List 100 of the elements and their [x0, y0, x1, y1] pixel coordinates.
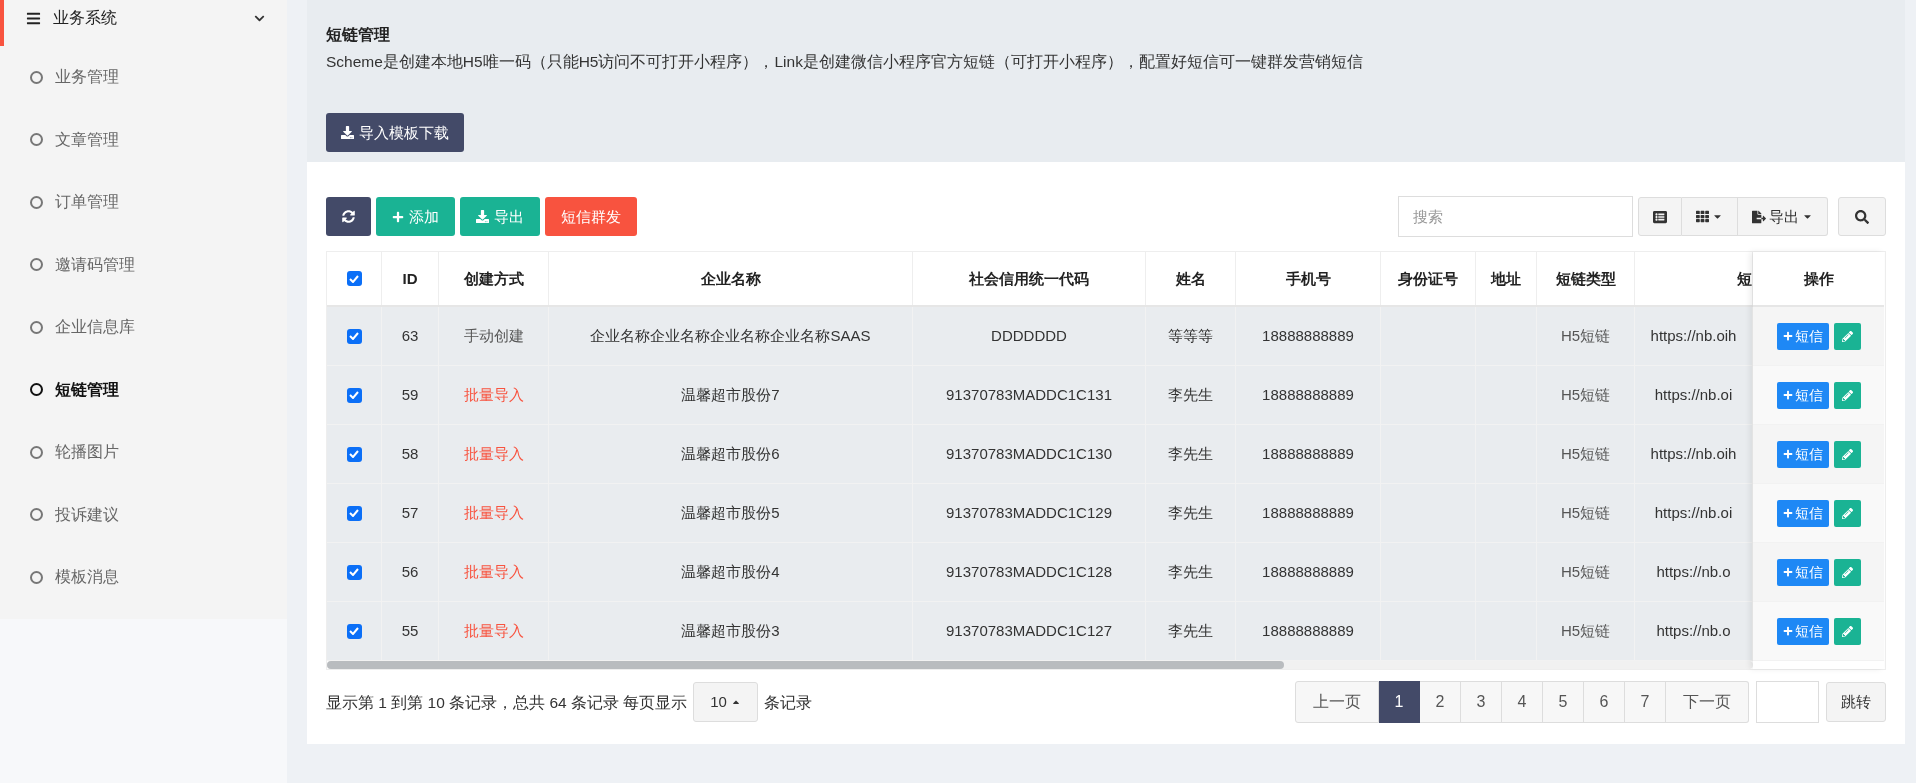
- edit-button[interactable]: [1833, 617, 1861, 645]
- pencil-icon: [1841, 566, 1853, 578]
- sidebar-item[interactable]: 企业信息库: [0, 296, 287, 359]
- table-cell-text: 手动创建: [463, 326, 524, 346]
- edit-button[interactable]: [1833, 499, 1861, 527]
- plus-icon: [1782, 626, 1793, 637]
- page-button[interactable]: 7: [1625, 681, 1666, 724]
- sms-button[interactable]: 短信: [1776, 617, 1829, 645]
- page-number-field[interactable]: [1756, 681, 1819, 724]
- search-button[interactable]: [1838, 197, 1886, 237]
- pagination-summary: 显示第 1 到第 10 条记录，总共 64 条记录 每页显示: [326, 692, 688, 713]
- table-cell-text: 批量导入: [463, 503, 524, 523]
- pencil-icon: [1841, 330, 1853, 342]
- pencil-icon: [1841, 507, 1853, 519]
- checkbox[interactable]: [346, 564, 362, 580]
- sidebar-item[interactable]: 业务管理: [0, 46, 287, 109]
- menu-group-label: 业务系统: [53, 8, 117, 28]
- table-cell-text: 李先生: [1168, 444, 1213, 464]
- column-header: 短链类型: [1537, 252, 1635, 306]
- table-cell-text: 91370783MADDC1C127: [946, 621, 1112, 641]
- pencil-icon: [1841, 389, 1853, 401]
- pencil-icon: [1841, 625, 1853, 637]
- table-cell-text: 55: [401, 621, 419, 641]
- table-cell-text: H5短链: [1560, 621, 1611, 641]
- table-cell-text: 李先生: [1168, 621, 1213, 641]
- sidebar-item[interactable]: 投诉建议: [0, 483, 287, 546]
- next-page-button[interactable]: 下一页: [1666, 681, 1749, 724]
- import-template-button[interactable]: 导入模板下载: [326, 113, 464, 153]
- page-button[interactable]: 4: [1502, 681, 1543, 724]
- search-field[interactable]: 搜索: [1398, 196, 1633, 238]
- grid-icon: [1696, 210, 1709, 224]
- column-header: ID: [382, 252, 439, 306]
- table-cell-text: 批量导入: [463, 562, 524, 582]
- column-header: 操作: [1753, 252, 1884, 308]
- table-cell-text: 91370783MADDC1C128: [946, 562, 1112, 582]
- table-cell-text: https://nb.oi: [1654, 503, 1733, 523]
- page-button[interactable]: 5: [1543, 681, 1584, 724]
- sidebar-item[interactable]: 短链管理: [0, 358, 287, 421]
- sms-button[interactable]: 短信: [1776, 558, 1829, 586]
- plus-icon: [1782, 449, 1793, 460]
- page-size-dropdown[interactable]: 10: [693, 682, 758, 723]
- sidebar-item[interactable]: 文章管理: [0, 108, 287, 171]
- checkbox[interactable]: [346, 623, 362, 639]
- check-icon: [349, 450, 359, 459]
- edit-button[interactable]: [1833, 322, 1861, 350]
- table-cell-text: 李先生: [1168, 385, 1213, 405]
- edit-button[interactable]: [1833, 440, 1861, 468]
- plus-icon: [1782, 508, 1793, 519]
- menu-icon: [26, 10, 41, 26]
- table-cell-text: 18888888889: [1262, 621, 1354, 641]
- page-button[interactable]: 2: [1420, 681, 1461, 724]
- page-description: Scheme是创建本地H5唯一码（只能H5访问不可打开小程序），Link是创建微信小程序官方短链（可打开小程序），配置好短信可一键群发营销短信: [326, 52, 1364, 72]
- table-cell-text: H5短链: [1560, 326, 1611, 346]
- sms-broadcast-button[interactable]: 短信群发: [545, 197, 637, 237]
- sms-button[interactable]: 短信: [1776, 440, 1829, 468]
- plus-icon: [1782, 390, 1793, 401]
- menu-group[interactable]: 业务系统: [0, 0, 287, 46]
- table-cell-text: 59: [401, 385, 419, 405]
- checkbox[interactable]: [346, 446, 362, 462]
- edit-button[interactable]: [1833, 558, 1861, 586]
- table-cell-text: https://nb.oih: [1650, 326, 1737, 346]
- table-cell-text: https://nb.o: [1656, 621, 1731, 641]
- plus-icon: [1782, 567, 1793, 578]
- check-icon: [349, 274, 359, 283]
- sms-button[interactable]: 短信: [1776, 381, 1829, 409]
- prev-page-button[interactable]: 上一页: [1295, 681, 1379, 724]
- page-button[interactable]: 3: [1461, 681, 1502, 724]
- plus-icon: [1782, 331, 1793, 342]
- table-cell-text: H5短链: [1560, 385, 1611, 405]
- sms-button[interactable]: 短信: [1776, 499, 1829, 527]
- columns-button[interactable]: [1682, 197, 1738, 237]
- toggle-view-button[interactable]: [1638, 197, 1682, 237]
- sidebar-item[interactable]: 模板消息: [0, 546, 287, 609]
- table-cell-text: 18888888889: [1262, 503, 1354, 523]
- column-header: 身份证号: [1381, 252, 1476, 306]
- jump-button[interactable]: 跳转: [1826, 682, 1886, 723]
- page-button[interactable]: 1: [1379, 681, 1420, 724]
- checkbox[interactable]: [346, 328, 362, 344]
- table-cell-text: 91370783MADDC1C131: [946, 385, 1112, 405]
- sidebar-item[interactable]: 邀请码管理: [0, 233, 287, 296]
- table-cell-text: H5短链: [1560, 562, 1611, 582]
- table-cell-text: 56: [401, 562, 419, 582]
- checkbox[interactable]: [346, 271, 362, 287]
- sidebar-item[interactable]: 轮播图片: [0, 421, 287, 484]
- plus-icon: [392, 210, 404, 223]
- checkbox[interactable]: [346, 387, 362, 403]
- sms-button[interactable]: 短信: [1776, 322, 1829, 350]
- download-icon: [476, 210, 489, 224]
- refresh-button[interactable]: [326, 197, 371, 237]
- sidebar-item[interactable]: 订单管理: [0, 171, 287, 234]
- checkbox[interactable]: [346, 505, 362, 521]
- page-button[interactable]: 6: [1584, 681, 1625, 724]
- export-dropdown[interactable]: 导出: [1738, 197, 1828, 237]
- table-cell-text: 温馨超市股份6: [681, 444, 780, 464]
- edit-button[interactable]: [1833, 381, 1861, 409]
- table-cell-text: https://nb.o: [1656, 562, 1731, 582]
- table-cell-text: 温馨超市股份7: [681, 385, 780, 405]
- refresh-icon: [342, 210, 355, 224]
- column-header: 手机号: [1236, 252, 1381, 306]
- column-header: 地址: [1476, 252, 1537, 306]
